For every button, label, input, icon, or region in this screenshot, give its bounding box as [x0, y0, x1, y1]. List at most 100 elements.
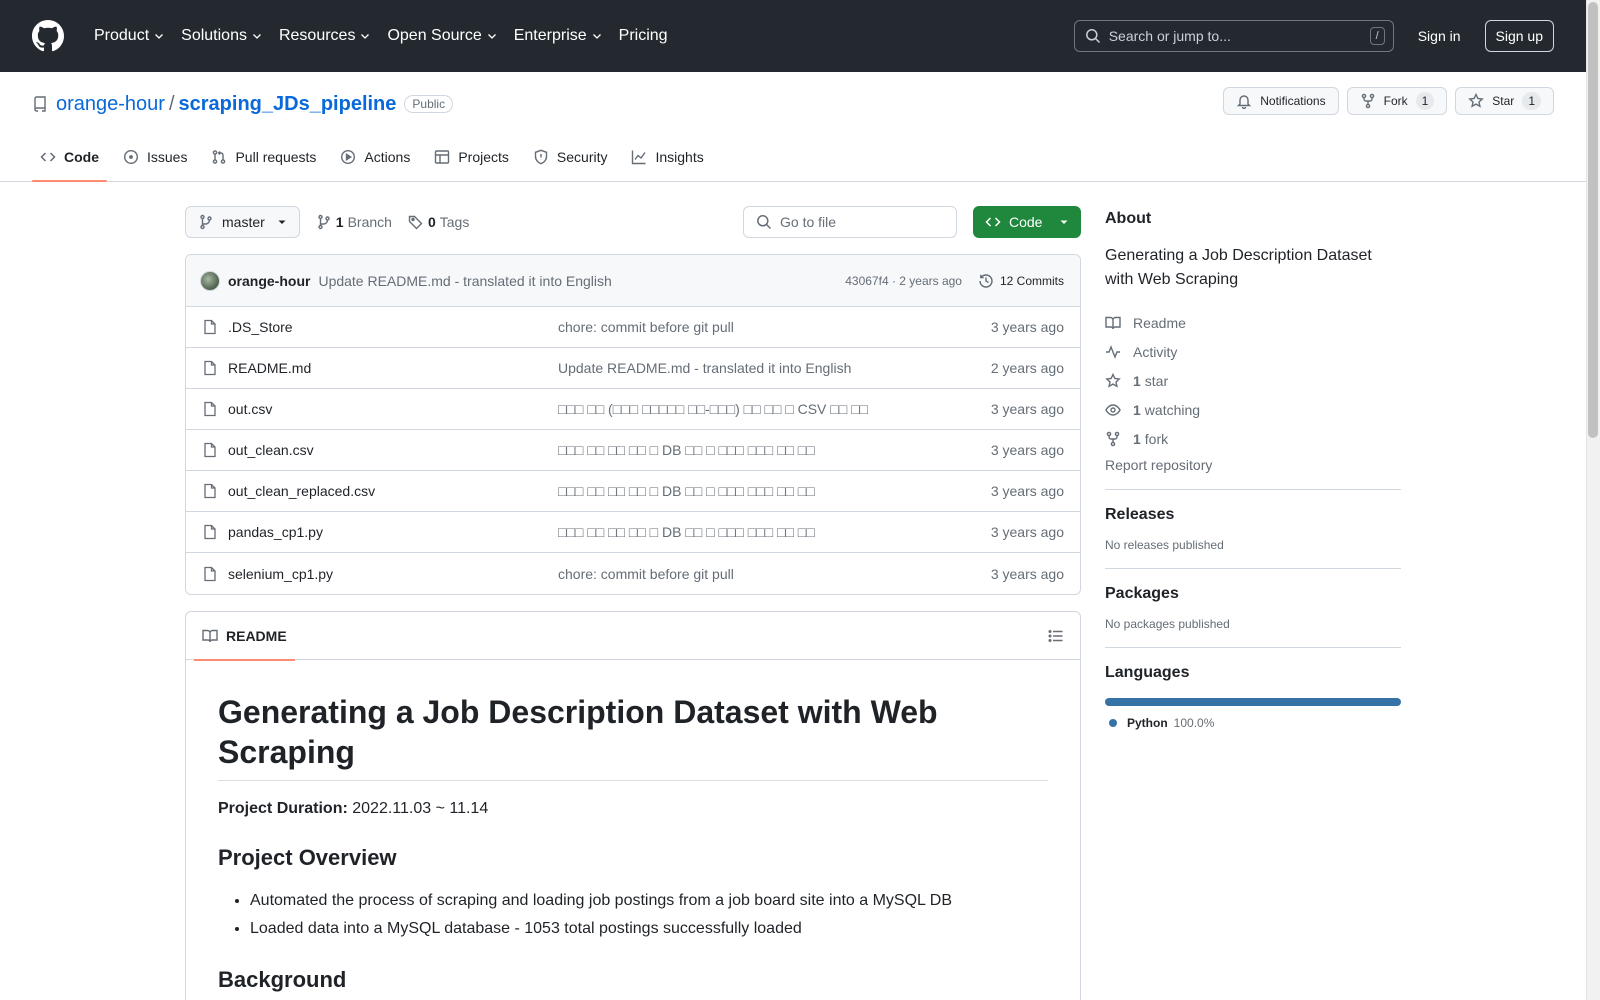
repo-icon: [34, 96, 46, 112]
activity-link-label: Activity: [1133, 343, 1178, 360]
nav-open-source[interactable]: Open Source: [379, 20, 505, 52]
file-row[interactable]: pandas_cp1.py □□□ □□ □□ □□ □ DB □□ □ □□□…: [186, 512, 1080, 553]
file-list: orange-hour Update README.md - translate…: [185, 254, 1081, 595]
nav-pricing[interactable]: Pricing: [611, 20, 676, 52]
nav-product[interactable]: Product: [86, 20, 173, 52]
file-commit-message[interactable]: □□□ □□ □□ □□ □ DB □□ □ □□□ □□□ □□ □□: [558, 483, 964, 499]
readme-tab-label: README: [226, 627, 287, 644]
file-name[interactable]: README.md: [228, 360, 558, 376]
avatar[interactable]: [200, 270, 220, 291]
signin-link[interactable]: Sign in: [1418, 22, 1461, 50]
releases-heading[interactable]: Releases: [1105, 506, 1401, 524]
code-dropdown-button[interactable]: Code: [973, 206, 1081, 238]
chevron-down-icon: [592, 34, 601, 39]
file-name[interactable]: out_clean_replaced.csv: [228, 483, 558, 499]
play-icon: [341, 149, 356, 165]
tab-pull-requests[interactable]: Pull requests: [203, 133, 324, 181]
book-icon: [1105, 316, 1121, 329]
page-scrollbar[interactable]: [1586, 0, 1600, 1000]
nav-resources[interactable]: Resources: [271, 20, 379, 52]
file-name[interactable]: pandas_cp1.py: [228, 524, 558, 540]
notifications-button[interactable]: Notifications: [1223, 87, 1339, 115]
report-repository-link[interactable]: Report repository: [1105, 457, 1401, 473]
tab-projects[interactable]: Projects: [426, 133, 517, 181]
nav-solutions[interactable]: Solutions: [173, 20, 271, 52]
go-to-file-placeholder: Go to file: [780, 214, 837, 230]
tags-link[interactable]: 0 Tags: [408, 214, 469, 230]
tab-actions[interactable]: Actions: [332, 133, 418, 181]
list-item: Automated the process of scraping and lo…: [250, 887, 1048, 915]
file-row[interactable]: .DS_Store chore: commit before git pull …: [186, 307, 1080, 348]
file-name[interactable]: out_clean.csv: [228, 442, 558, 458]
star-button[interactable]: Star 1: [1455, 87, 1554, 115]
file-name[interactable]: out.csv: [228, 401, 558, 417]
global-search-input[interactable]: Search or jump to... /: [1073, 20, 1394, 52]
forks-link[interactable]: 1 fork: [1105, 424, 1401, 453]
scrollbar-thumb[interactable]: [1588, 2, 1598, 438]
file-name[interactable]: .DS_Store: [228, 319, 558, 335]
nav-enterprise[interactable]: Enterprise: [506, 20, 611, 52]
tag-icon: [408, 215, 423, 230]
file-name[interactable]: selenium_cp1.py: [228, 566, 558, 582]
file-icon: [204, 524, 216, 540]
chevron-down-icon: [487, 34, 496, 39]
readme-link-label: Readme: [1133, 314, 1186, 331]
tab-code[interactable]: Code: [32, 133, 107, 182]
list-icon[interactable]: [1048, 628, 1064, 644]
language-percent: 100.0%: [1173, 716, 1215, 730]
tag-label: Tags: [439, 214, 470, 230]
commit-hash-time[interactable]: 43067f4 · 2 years ago: [845, 274, 962, 288]
file-row[interactable]: README.md Update README.md - translated …: [186, 348, 1080, 389]
watchers-link[interactable]: 1 watching: [1105, 395, 1401, 424]
file-age: 2 years ago: [990, 360, 1064, 376]
file-row[interactable]: selenium_cp1.py chore: commit before git…: [186, 553, 1080, 594]
github-logo-icon[interactable]: [32, 20, 64, 52]
file-commit-message[interactable]: Update README.md - translated it into En…: [558, 360, 964, 376]
file-row[interactable]: out_clean.csv □□□ □□ □□ □□ □ DB □□ □ □□□…: [186, 430, 1080, 471]
packages-heading[interactable]: Packages: [1105, 585, 1401, 603]
file-commit-message[interactable]: □□□ □□ □□ □□ □ DB □□ □ □□□ □□□ □□ □□: [558, 524, 964, 540]
notifications-label: Notifications: [1260, 94, 1326, 108]
commit-message-link[interactable]: Update README.md - translated it into En…: [318, 273, 611, 289]
divider: [1105, 489, 1401, 490]
global-nav: Product Solutions Resources Open Source …: [86, 20, 676, 52]
visibility-badge: Public: [404, 95, 454, 113]
repo-owner-link[interactable]: orange-hour: [56, 93, 165, 116]
readme-link[interactable]: Readme: [1105, 308, 1401, 337]
file-row[interactable]: out_clean_replaced.csv □□□ □□ □□ □□ □ DB…: [186, 471, 1080, 512]
file-commit-message[interactable]: chore: commit before git pull: [558, 319, 964, 335]
file-commit-message[interactable]: □□□ □□ (□□□ □□□□□ □□-□□□) □□ □□ □ CSV □□…: [558, 401, 964, 417]
commit-author-link[interactable]: orange-hour: [228, 273, 310, 289]
go-to-file-input[interactable]: Go to file: [743, 206, 957, 238]
search-placeholder: Search or jump to...: [1108, 28, 1231, 44]
tab-insights-label: Insights: [655, 149, 704, 165]
stars-link[interactable]: 1 star: [1105, 366, 1401, 395]
language-item[interactable]: Python 100.0%: [1105, 716, 1401, 730]
file-row[interactable]: out.csv □□□ □□ (□□□ □□□□□ □□-□□□) □□ □□ …: [186, 389, 1080, 430]
issue-icon: [123, 149, 139, 165]
branch-name: master: [222, 214, 265, 230]
shield-icon: [534, 149, 548, 165]
tab-issues[interactable]: Issues: [115, 133, 195, 181]
branches-link[interactable]: 1 Branch: [316, 214, 392, 230]
tab-security[interactable]: Security: [525, 133, 616, 181]
book-icon: [202, 629, 218, 642]
tab-insights[interactable]: Insights: [623, 133, 711, 181]
file-age: 3 years ago: [990, 565, 1064, 582]
code-icon: [985, 217, 1001, 227]
tab-readme[interactable]: README: [194, 612, 295, 661]
commits-link[interactable]: 12 Commits: [978, 273, 1064, 289]
file-commit-message[interactable]: chore: commit before git pull: [558, 566, 964, 582]
branch-count: 1: [335, 214, 344, 230]
fork-button[interactable]: Fork 1: [1346, 87, 1448, 115]
branch-selector[interactable]: master: [185, 206, 300, 238]
nav-pricing-label: Pricing: [618, 27, 668, 44]
repo-name-link[interactable]: scraping_JDs_pipeline: [179, 93, 397, 116]
readme-content: Generating a Job Description Dataset wit…: [186, 660, 1080, 993]
signup-button[interactable]: Sign up: [1484, 20, 1554, 52]
main-content: master 1 Branch 0 Tags Go to file Code o…: [185, 206, 1081, 1000]
file-commit-message[interactable]: □□□ □□ □□ □□ □ DB □□ □ □□□ □□□ □□ □□: [558, 442, 964, 458]
file-age: 3 years ago: [990, 442, 1064, 458]
nav-product-label: Product: [94, 27, 150, 44]
activity-link[interactable]: Activity: [1105, 337, 1401, 366]
